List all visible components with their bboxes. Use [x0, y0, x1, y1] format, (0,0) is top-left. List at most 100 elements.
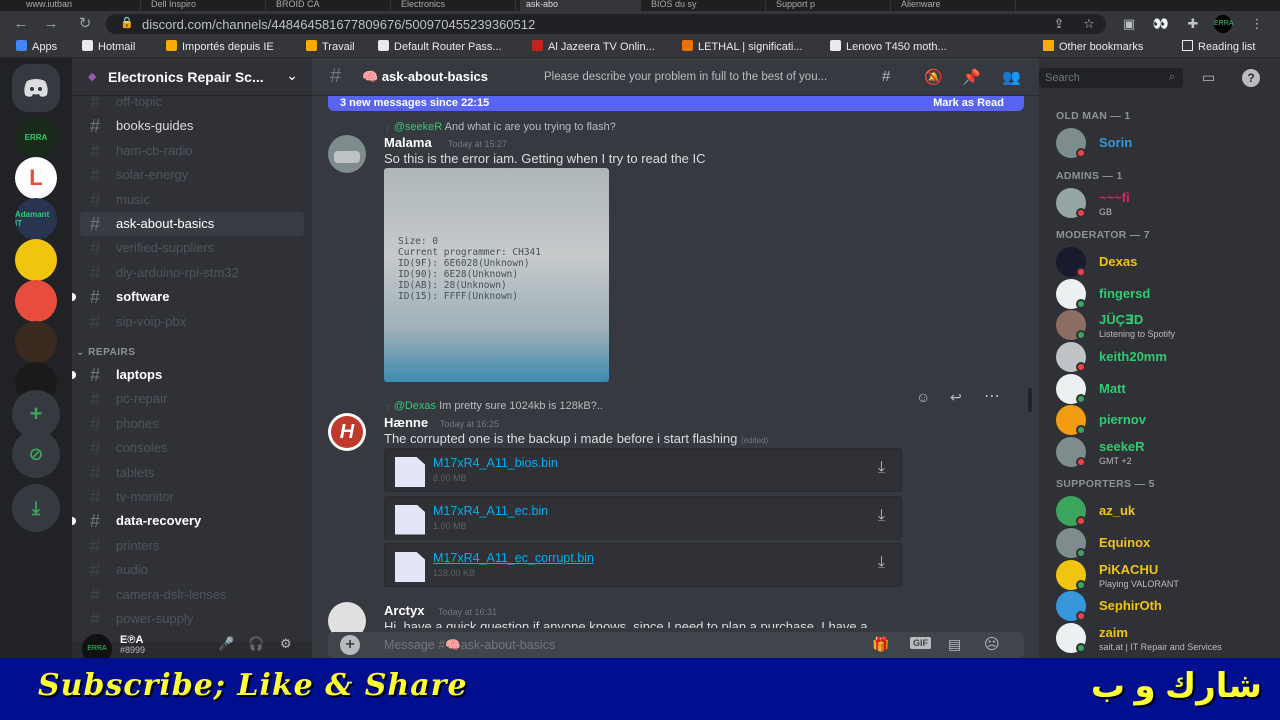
- member-item[interactable]: Matt: [1056, 372, 1276, 404]
- puzzle-icon[interactable]: ✚: [1184, 15, 1202, 33]
- member-item[interactable]: ~~~fi GB: [1056, 186, 1276, 218]
- gift-icon[interactable]: 🎁: [872, 636, 889, 653]
- server-icon[interactable]: Adamant IT: [15, 198, 57, 240]
- settings-gear-icon[interactable]: ⚙: [280, 636, 292, 652]
- file-name-link[interactable]: M17xR4_A11_ec.bin: [433, 504, 548, 518]
- channel-item[interactable]: # pc-repair: [80, 387, 304, 411]
- category-repairs[interactable]: ⌄ REPAIRS: [76, 347, 135, 358]
- bookmark-star-icon[interactable]: ☆: [1080, 15, 1098, 33]
- back-icon[interactable]: ←: [12, 15, 30, 33]
- channel-item[interactable]: # software: [72, 285, 304, 309]
- threads-icon[interactable]: #: [882, 68, 890, 85]
- member-item[interactable]: az_uk: [1056, 494, 1276, 527]
- channel-item[interactable]: # printers: [80, 534, 304, 558]
- extension-eyes-icon[interactable]: 👀: [1152, 15, 1170, 33]
- channel-item[interactable]: # tablets: [80, 461, 304, 485]
- bookmark-item[interactable]: Default Router Pass...: [378, 40, 502, 53]
- member-list-icon[interactable]: 👥: [1002, 68, 1021, 86]
- channel-item[interactable]: # data-recovery: [72, 509, 304, 533]
- server-icon[interactable]: [15, 321, 57, 363]
- download-apps-icon[interactable]: ⤓: [12, 484, 60, 532]
- bookmark-item[interactable]: Lenovo T450 moth...: [830, 40, 947, 53]
- channel-item[interactable]: # sip-voip-pbx: [80, 310, 304, 334]
- message-composer[interactable]: + Message #🧠ask-about-basics 🎁 GIF ▤ ☹: [328, 632, 1024, 658]
- browser-tab[interactable]: Electronics: [395, 0, 516, 11]
- profile-avatar[interactable]: ERRA: [1214, 15, 1233, 33]
- download-icon[interactable]: ⤓: [878, 554, 885, 572]
- bookmark-item[interactable]: Hotmail: [82, 40, 135, 53]
- channel-item[interactable]: # ham-cb-radio: [80, 139, 304, 163]
- channel-topic[interactable]: Please describe your problem in full to …: [544, 71, 827, 83]
- member-item[interactable]: piernov: [1056, 403, 1276, 436]
- help-icon[interactable]: ?: [1242, 69, 1260, 87]
- headphones-icon[interactable]: 🎧: [248, 636, 264, 652]
- reply-mention[interactable]: @Dexas: [394, 400, 436, 412]
- reload-icon[interactable]: ↻: [76, 15, 94, 33]
- browser-tab[interactable]: BROID CA: [270, 0, 391, 11]
- menu-kebab-icon[interactable]: ⋮: [1248, 15, 1266, 33]
- browser-tab[interactable]: ask-abo: [520, 0, 641, 11]
- member-item[interactable]: keith20mm: [1056, 340, 1276, 372]
- new-messages-bar[interactable]: 3 new messages since 22:15 Mark as Read: [328, 96, 1024, 111]
- member-item[interactable]: seekeR GMT +2: [1056, 435, 1276, 467]
- bookmark-item[interactable]: Al Jazeera TV Onlin...: [532, 40, 655, 53]
- message-author[interactable]: Malama: [384, 135, 432, 150]
- reply-mention[interactable]: @seekeR: [394, 121, 442, 133]
- sticker-icon[interactable]: ▤: [948, 636, 961, 653]
- server-icon[interactable]: L: [15, 157, 57, 199]
- member-item[interactable]: Dexas: [1056, 245, 1276, 278]
- user-avatar[interactable]: ERRA: [82, 634, 112, 658]
- channel-item[interactable]: # consoles: [80, 436, 304, 460]
- browser-tab[interactable]: Support p: [770, 0, 891, 11]
- channel-item[interactable]: # tv-monitor: [80, 485, 304, 509]
- channel-item[interactable]: # camera-dslr-lenses: [80, 583, 304, 607]
- more-options-icon[interactable]: ⋯: [984, 386, 1000, 406]
- forward-icon[interactable]: →: [42, 15, 60, 33]
- file-name-link[interactable]: M17xR4_A11_ec_corrupt.bin: [433, 551, 594, 565]
- channel-item[interactable]: # laptops: [72, 363, 304, 387]
- extension-icon[interactable]: ▣: [1120, 15, 1138, 33]
- bookmark-item[interactable]: LETHAL | significati...: [682, 40, 803, 53]
- browser-tab[interactable]: Dell Inspiro: [145, 0, 266, 11]
- member-item[interactable]: Sorin: [1056, 126, 1276, 158]
- scrollbar-thumb[interactable]: [1028, 388, 1032, 412]
- message-author[interactable]: Hænne: [384, 415, 428, 430]
- server-icon[interactable]: [15, 239, 57, 281]
- chevron-down-icon[interactable]: ⌄: [286, 67, 298, 84]
- message-author[interactable]: Arctyx: [384, 603, 424, 618]
- download-icon[interactable]: ⤓: [878, 507, 885, 525]
- gif-icon[interactable]: GIF: [910, 637, 931, 649]
- file-attachment[interactable]: M17xR4_A11_ec_corrupt.bin 128.00 KB ⤓: [384, 543, 902, 587]
- mark-as-read-button[interactable]: Mark as Read: [933, 97, 1004, 109]
- download-icon[interactable]: ⤓: [878, 459, 885, 477]
- reply-reference[interactable]: ╭ @Dexas Im pretty sure 1024kb is 128kB?…: [384, 399, 603, 412]
- channel-item[interactable]: # audio: [80, 558, 304, 582]
- browser-tab[interactable]: BIOS du sy: [645, 0, 766, 11]
- share-icon[interactable]: ⇪: [1050, 15, 1068, 33]
- bookmark-item[interactable]: Travail: [306, 40, 355, 53]
- channel-item[interactable]: # ask-about-basics: [80, 212, 304, 236]
- file-attachment[interactable]: M17xR4_A11_bios.bin 8.00 MB ⤓: [384, 448, 902, 492]
- channel-item[interactable]: # power-supply: [80, 607, 304, 631]
- add-reaction-icon[interactable]: ☺: [916, 389, 930, 405]
- server-icon[interactable]: ERRA: [15, 116, 57, 158]
- channel-item[interactable]: # phones: [80, 412, 304, 436]
- search-input[interactable]: Search ⌕: [1039, 68, 1183, 88]
- member-item[interactable]: Equinox: [1056, 526, 1276, 558]
- explore-servers-icon[interactable]: ⊘: [12, 430, 60, 478]
- attached-image[interactable]: Size: 0 Current programmer: CH341 ID(9F)…: [384, 168, 609, 382]
- server-icon[interactable]: [15, 280, 57, 322]
- channel-item[interactable]: # music: [80, 188, 304, 212]
- address-bar[interactable]: 🔒 discord.com/channels/44846458167780967…: [106, 14, 1106, 34]
- upload-plus-icon[interactable]: +: [340, 635, 360, 655]
- reading-list[interactable]: Reading list: [1182, 40, 1255, 53]
- mute-mic-icon[interactable]: 🎤: [218, 636, 234, 652]
- emoji-icon[interactable]: ☹: [984, 635, 1000, 653]
- bookmark-item[interactable]: Importés depuis IE: [166, 40, 274, 53]
- channel-item[interactable]: # verified-suppliers: [80, 236, 304, 260]
- browser-tab[interactable]: www.iutban: [20, 0, 141, 11]
- discord-home-button[interactable]: [12, 64, 60, 112]
- reply-reference[interactable]: ╭ @seekeR And what ic are you trying to …: [384, 120, 616, 133]
- member-item[interactable]: JÜÇ∃D Listening to Spotify: [1056, 308, 1276, 341]
- channel-item[interactable]: # diy-arduino-rpi-stm32: [80, 261, 304, 285]
